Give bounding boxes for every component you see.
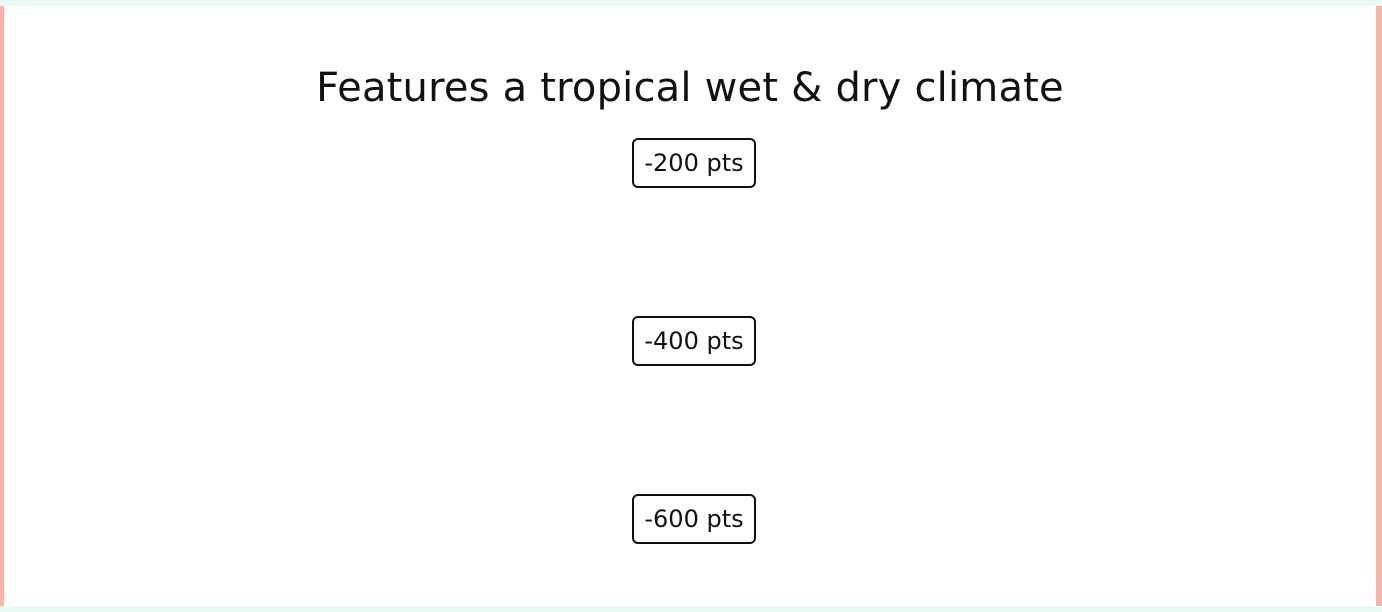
points-button-200[interactable]: -200 pts [632,138,756,188]
question-prompt: Features a tropical wet & dry climate [316,65,1064,111]
question-panel: Features a tropical wet & dry climate -2… [0,6,1382,606]
points-button-400[interactable]: -400 pts [632,316,756,366]
points-button-600[interactable]: -600 pts [632,494,756,544]
